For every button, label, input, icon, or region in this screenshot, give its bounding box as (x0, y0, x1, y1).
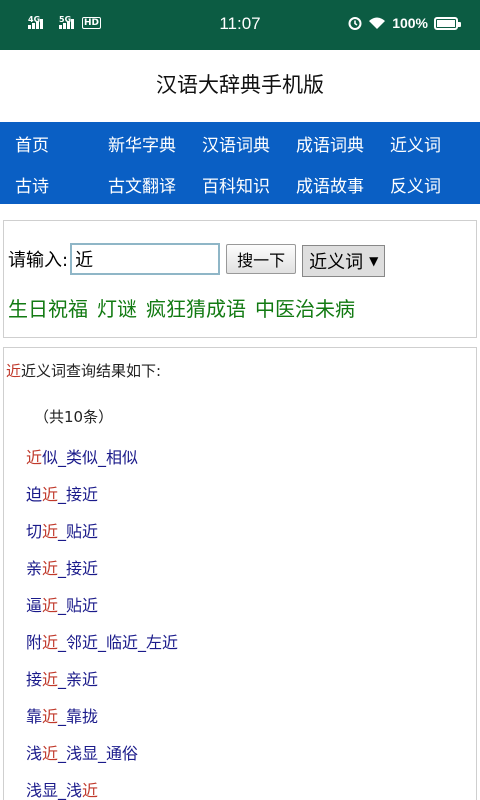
dropdown-arrow-icon: ▼ (369, 254, 379, 268)
result-row[interactable]: 附近_邻近_临近_左近 (26, 629, 178, 653)
result-text: _亲近 (58, 670, 99, 689)
result-row[interactable]: 接近_亲近 (26, 666, 98, 690)
result-highlight: 近 (42, 596, 59, 615)
nav-item-idiom-dictionary[interactable]: 成语词典 (296, 131, 364, 156)
alarm-icon (348, 17, 362, 30)
search-panel: 请输入: 搜一下 近义词 ▼ 生日祝福 灯谜 疯狂猜成语 中医治未病 (3, 220, 477, 338)
result-row[interactable]: 切近_贴近 (26, 518, 98, 542)
result-row[interactable]: 迫近_接近 (26, 481, 98, 505)
result-highlight: 近 (42, 670, 59, 689)
result-highlight: 近 (42, 633, 59, 652)
result-highlight: 近 (42, 707, 59, 726)
result-text: _贴近 (58, 596, 99, 615)
results-keyword: 近 (6, 362, 22, 380)
result-row[interactable]: 浅近_浅显_通俗 (26, 740, 138, 764)
link-tcm[interactable]: 中医治未病 (255, 293, 355, 322)
result-text: _浅显_通俗 (58, 744, 139, 763)
page-title: 汉语大辞典手机版 (0, 50, 480, 122)
result-text: 似_类似_相似 (42, 448, 139, 467)
result-text: _靠拢 (58, 707, 99, 726)
result-text: 迫 (26, 485, 43, 504)
results-panel: 近近义词查询结果如下: （共10条） 近似_类似_相似 迫近_接近 切近_贴近 … (3, 347, 477, 800)
nav-item-xinhua-dictionary[interactable]: 新华字典 (108, 131, 176, 156)
result-text: _邻近_临近_左近 (58, 633, 179, 652)
result-text: 浅显_浅 (26, 781, 83, 800)
result-text: 切 (26, 522, 43, 541)
result-highlight: 近 (82, 781, 99, 800)
nav-item-chinese-dictionary[interactable]: 汉语词典 (202, 131, 270, 156)
link-birthday-wishes[interactable]: 生日祝福 (8, 293, 88, 322)
status-bar: 4G 5G HD 11:07 100% (0, 0, 480, 50)
quick-links: 生日祝福 灯谜 疯狂猜成语 中医治未病 (8, 293, 355, 322)
nav-item-idiom-stories[interactable]: 成语故事 (296, 172, 364, 197)
result-highlight: 近 (26, 448, 43, 467)
result-row[interactable]: 逼近_贴近 (26, 592, 98, 616)
result-highlight: 近 (42, 522, 59, 541)
result-text: _接近 (58, 559, 99, 578)
nav-item-home[interactable]: 首页 (15, 131, 49, 156)
search-row: 请输入: 搜一下 近义词 ▼ (8, 241, 386, 277)
battery-icon (434, 16, 461, 30)
result-highlight: 近 (42, 559, 59, 578)
search-input[interactable] (70, 243, 221, 275)
result-text: _贴近 (58, 522, 99, 541)
status-right: 100% (348, 15, 461, 31)
link-guess-idiom[interactable]: 疯狂猜成语 (146, 293, 246, 322)
result-highlight: 近 (42, 485, 59, 504)
result-row[interactable]: 近似_类似_相似 (26, 444, 138, 468)
results-header-text: 近义词查询结果如下: (21, 362, 162, 380)
search-type-select[interactable]: 近义词 ▼ (302, 245, 386, 277)
nav-bar: 首页 新华字典 汉语词典 成语词典 近义词 古诗 古文翻译 百科知识 成语故事 … (0, 122, 480, 204)
result-highlight: 近 (42, 744, 59, 763)
result-text: 亲 (26, 559, 43, 578)
nav-row-1: 首页 新华字典 汉语词典 成语词典 近义词 (0, 122, 480, 163)
nav-item-classical-translation[interactable]: 古文翻译 (108, 172, 176, 197)
result-row[interactable]: 靠近_靠拢 (26, 703, 98, 727)
nav-item-encyclopedia[interactable]: 百科知识 (202, 172, 270, 197)
result-text: 逼 (26, 596, 43, 615)
result-text: 附 (26, 633, 43, 652)
result-text: 靠 (26, 707, 43, 726)
nav-item-antonyms[interactable]: 反义词 (390, 172, 441, 197)
link-riddles[interactable]: 灯谜 (97, 293, 137, 322)
result-row[interactable]: 浅显_浅近 (26, 777, 98, 800)
search-type-value: 近义词 (309, 252, 364, 273)
nav-item-synonyms[interactable]: 近义词 (390, 131, 441, 156)
results-header: 近近义词查询结果如下: (6, 360, 161, 381)
search-label: 请输入: (8, 250, 69, 271)
results-count: （共10条） (34, 408, 114, 426)
result-text: 浅 (26, 744, 43, 763)
result-text: _接近 (58, 485, 99, 504)
nav-row-2: 古诗 古文翻译 百科知识 成语故事 反义词 (0, 163, 480, 204)
search-button[interactable]: 搜一下 (226, 244, 297, 274)
battery-percent: 100% (392, 15, 428, 31)
nav-item-poems[interactable]: 古诗 (15, 172, 49, 197)
wifi-icon (369, 17, 386, 29)
result-text: 接 (26, 670, 43, 689)
result-row[interactable]: 亲近_接近 (26, 555, 98, 579)
